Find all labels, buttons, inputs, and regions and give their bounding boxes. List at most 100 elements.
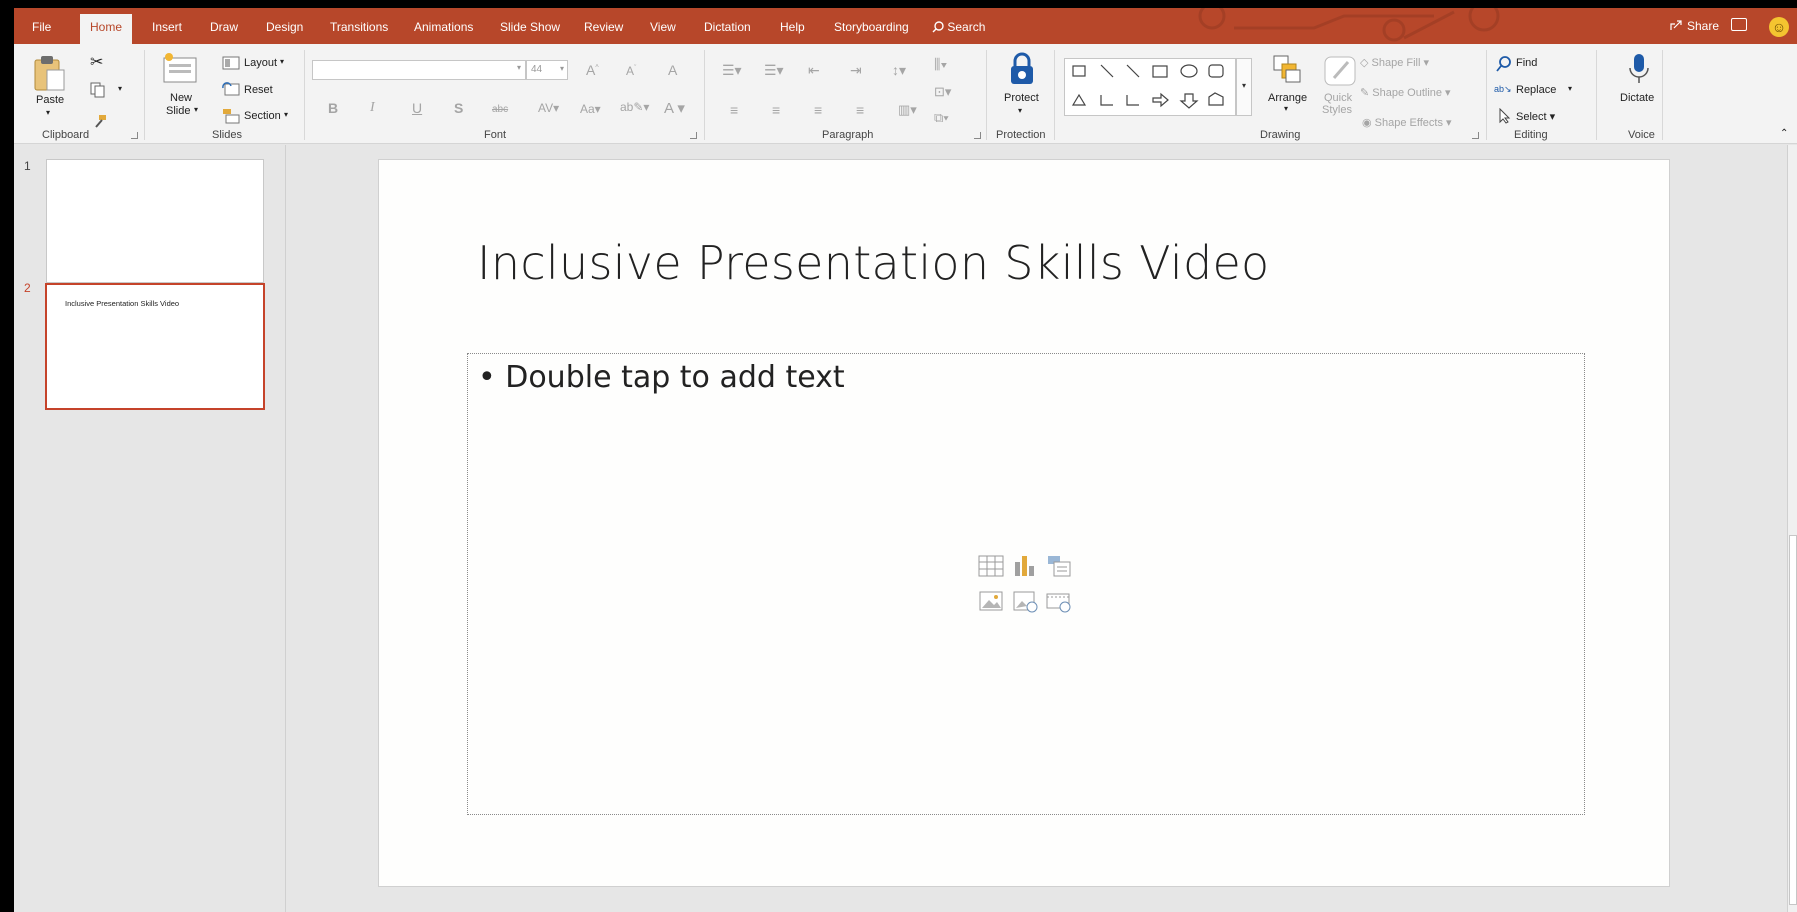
slide-title[interactable]: Inclusive Presentation Skills Video	[477, 236, 1270, 290]
dictate-button[interactable]: Dictate	[1620, 92, 1654, 104]
decrease-font-size-icon[interactable]: Aˇ	[626, 64, 636, 78]
find-button[interactable]: Find	[1516, 57, 1537, 69]
line-spacing-icon[interactable]: ↕▾	[892, 62, 906, 79]
bullets-icon[interactable]: ☰▾	[722, 62, 742, 79]
select-button[interactable]: Select ▾	[1516, 110, 1555, 123]
tab-storyboarding[interactable]: Storyboarding	[834, 8, 909, 44]
vertical-scrollbar[interactable]	[1787, 145, 1797, 912]
decrease-indent-icon[interactable]: ⇤	[808, 62, 820, 79]
new-slide-label-2[interactable]: Slide	[166, 105, 190, 117]
numbering-icon[interactable]: ☰▾	[764, 62, 784, 79]
shadow-icon[interactable]: S	[454, 100, 463, 116]
tab-help[interactable]: Help	[780, 8, 805, 44]
font-name-box[interactable]: ▾	[312, 60, 526, 80]
search-box[interactable]: Search	[932, 8, 985, 44]
insert-picture-icon[interactable]	[977, 590, 1005, 614]
insert-table-icon[interactable]	[977, 554, 1005, 578]
replace-icon[interactable]: ab↘	[1494, 84, 1512, 95]
paragraph-launcher[interactable]	[974, 132, 981, 139]
insert-video-icon[interactable]	[1045, 590, 1073, 614]
align-text-icon[interactable]: ⊡▾	[934, 84, 951, 100]
tab-draw[interactable]: Draw	[210, 8, 238, 44]
shape-fill-button[interactable]: ◇ Shape Fill ▾	[1360, 56, 1429, 69]
character-spacing-icon[interactable]: AV▾	[538, 101, 559, 115]
content-placeholder[interactable]: • Double tap to add text	[467, 353, 1585, 815]
clear-formatting-icon[interactable]: A	[668, 62, 677, 78]
font-launcher[interactable]	[690, 132, 697, 139]
shapes-more-button[interactable]: ▾	[1236, 58, 1252, 116]
new-slide-icon[interactable]	[162, 52, 198, 84]
scrollbar-thumb[interactable]	[1789, 535, 1797, 905]
tab-animations[interactable]: Animations	[414, 8, 473, 44]
insert-online-picture-icon[interactable]	[1011, 590, 1039, 614]
layout-icon[interactable]	[222, 56, 240, 70]
italic-icon[interactable]: I	[370, 100, 375, 116]
replace-button[interactable]: Replace	[1516, 84, 1556, 96]
tab-slide-show[interactable]: Slide Show	[500, 8, 560, 44]
shape-effects-button[interactable]: ◉ Shape Effects ▾	[1362, 116, 1452, 129]
slide-thumbnail-1[interactable]	[46, 159, 264, 283]
layout-button[interactable]: Layout	[244, 57, 277, 69]
microphone-icon[interactable]	[1628, 52, 1650, 86]
clipboard-launcher[interactable]	[131, 132, 138, 139]
tab-file[interactable]: File	[32, 8, 51, 44]
underline-icon[interactable]: U	[412, 100, 422, 116]
protect-icon[interactable]	[1008, 52, 1036, 86]
section-icon[interactable]	[222, 108, 240, 124]
align-center-icon[interactable]: ≡	[772, 102, 780, 118]
format-painter-icon[interactable]	[92, 114, 108, 128]
cut-icon[interactable]: ✂	[90, 52, 103, 72]
shapes-gallery[interactable]	[1064, 58, 1236, 116]
change-case-icon[interactable]: Aa▾	[580, 102, 601, 116]
slide-thumbnail-2[interactable]: Inclusive Presentation Skills Video	[45, 283, 265, 410]
protect-button[interactable]: Protect	[1004, 92, 1039, 104]
tab-transitions[interactable]: Transitions	[330, 8, 388, 44]
comment-icon[interactable]	[1731, 18, 1747, 31]
bold-icon[interactable]: B	[328, 100, 338, 116]
text-direction-icon[interactable]: ⫼▾	[934, 56, 947, 73]
quick-styles-label-2[interactable]: Styles	[1322, 104, 1352, 116]
font-color-icon[interactable]: A ▾	[664, 99, 685, 117]
shape-outline-button[interactable]: ✎ Shape Outline ▾	[1360, 86, 1451, 99]
paste-label[interactable]: Paste	[36, 94, 64, 106]
tab-view[interactable]: View	[650, 8, 676, 44]
increase-font-size-icon[interactable]: A^	[586, 62, 599, 78]
align-left-icon[interactable]: ≡	[730, 102, 738, 118]
tab-review[interactable]: Review	[584, 8, 623, 44]
quick-styles-icon[interactable]	[1324, 56, 1356, 86]
smartart-icon[interactable]: ⧉▾	[934, 110, 949, 126]
insert-chart-icon[interactable]	[1011, 554, 1039, 578]
highlight-color-icon[interactable]: ab✎▾	[620, 100, 649, 114]
tab-design[interactable]: Design	[266, 8, 303, 44]
select-icon[interactable]	[1498, 108, 1512, 124]
collapse-ribbon-icon[interactable]: ⌃	[1780, 128, 1788, 139]
reset-button[interactable]: Reset	[244, 84, 273, 96]
columns-icon[interactable]: ▥▾	[898, 102, 917, 118]
find-icon[interactable]	[1496, 56, 1512, 72]
slides-group-label: Slides	[212, 129, 242, 141]
placeholder-text[interactable]: • Double tap to add text	[478, 360, 845, 395]
arrange-button[interactable]: Arrange	[1268, 92, 1307, 104]
increase-indent-icon[interactable]: ⇥	[850, 62, 862, 79]
strikethrough-icon[interactable]: abc	[492, 104, 508, 115]
drawing-launcher[interactable]	[1472, 132, 1479, 139]
justify-icon[interactable]: ≡	[856, 102, 864, 118]
copy-icon[interactable]	[90, 82, 106, 98]
share-button[interactable]: Share	[1670, 8, 1719, 44]
slide-canvas[interactable]: Inclusive Presentation Skills Video • Do…	[378, 159, 1670, 887]
insert-smartart-icon[interactable]	[1045, 554, 1073, 578]
arrange-icon[interactable]	[1272, 54, 1302, 84]
tab-insert[interactable]: Insert	[152, 8, 182, 44]
reset-icon[interactable]	[222, 82, 240, 96]
align-right-icon[interactable]: ≡	[814, 102, 822, 118]
tab-dictation[interactable]: Dictation	[704, 8, 751, 44]
smiley-icon[interactable]: ☺	[1769, 17, 1789, 37]
quick-styles-label-1[interactable]: Quick	[1324, 92, 1352, 104]
paste-icon[interactable]	[32, 54, 66, 92]
slide-number-1: 1	[24, 159, 31, 173]
font-size-box[interactable]: 44 ▾	[526, 60, 568, 80]
tab-home[interactable]: Home	[80, 14, 132, 44]
section-button[interactable]: Section	[244, 110, 281, 122]
slide-number-2: 2	[24, 281, 31, 295]
new-slide-label-1[interactable]: New	[170, 92, 192, 104]
